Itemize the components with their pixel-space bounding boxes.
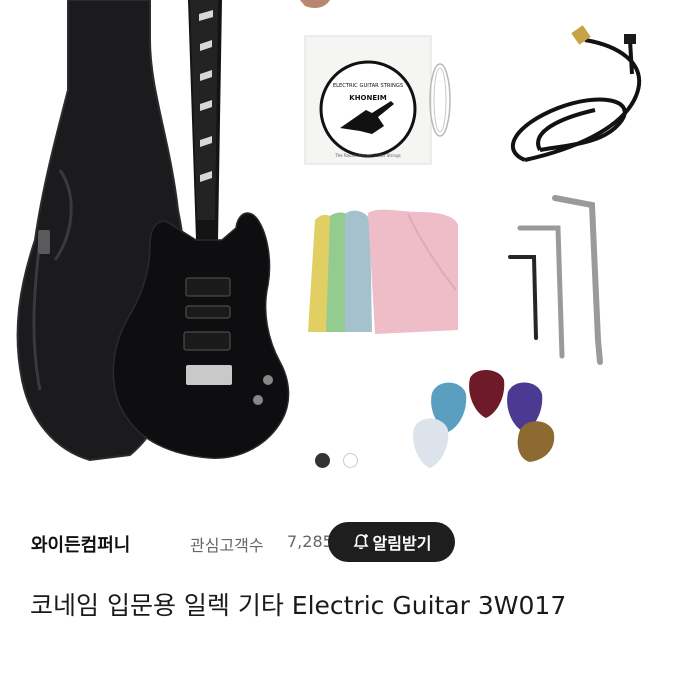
product-image[interactable]: ELECTRIC GUITAR STRINGS KHONEIM The Roun…	[0, 0, 675, 490]
product-photo: ELECTRIC GUITAR STRINGS KHONEIM The Roun…	[16, 0, 642, 468]
polishing-cloths	[308, 209, 458, 334]
strings-package-header: ELECTRIC GUITAR STRINGS	[333, 83, 403, 89]
bell-plus-icon	[352, 534, 369, 550]
product-title: 코네임 입문용 일렉 기타 Electric Guitar 3W017	[30, 591, 567, 620]
alert-subscribe-label: 알림받기	[372, 534, 432, 553]
follower-count: 7,285	[287, 532, 333, 551]
shop-info: 와이든컴퍼니 관심고객수 7,285 알림받기	[31, 520, 651, 566]
follower-label: 관심고객수	[190, 536, 264, 555]
strings-package: ELECTRIC GUITAR STRINGS KHONEIM The Roun…	[304, 35, 451, 165]
carousel-indicator	[0, 451, 675, 471]
carousel-dot-1-active[interactable]	[315, 453, 330, 468]
carousel-dot-2[interactable]	[343, 453, 358, 468]
allen-keys	[508, 195, 603, 365]
strings-package-footer: The Round Wound Guitar Strings	[334, 153, 400, 158]
strings-package-brand: KHONEIM	[349, 94, 386, 102]
shop-name[interactable]: 와이든컴퍼니	[31, 531, 130, 557]
guitar-cable	[511, 38, 642, 162]
alert-subscribe-button[interactable]: 알림받기	[328, 522, 455, 562]
